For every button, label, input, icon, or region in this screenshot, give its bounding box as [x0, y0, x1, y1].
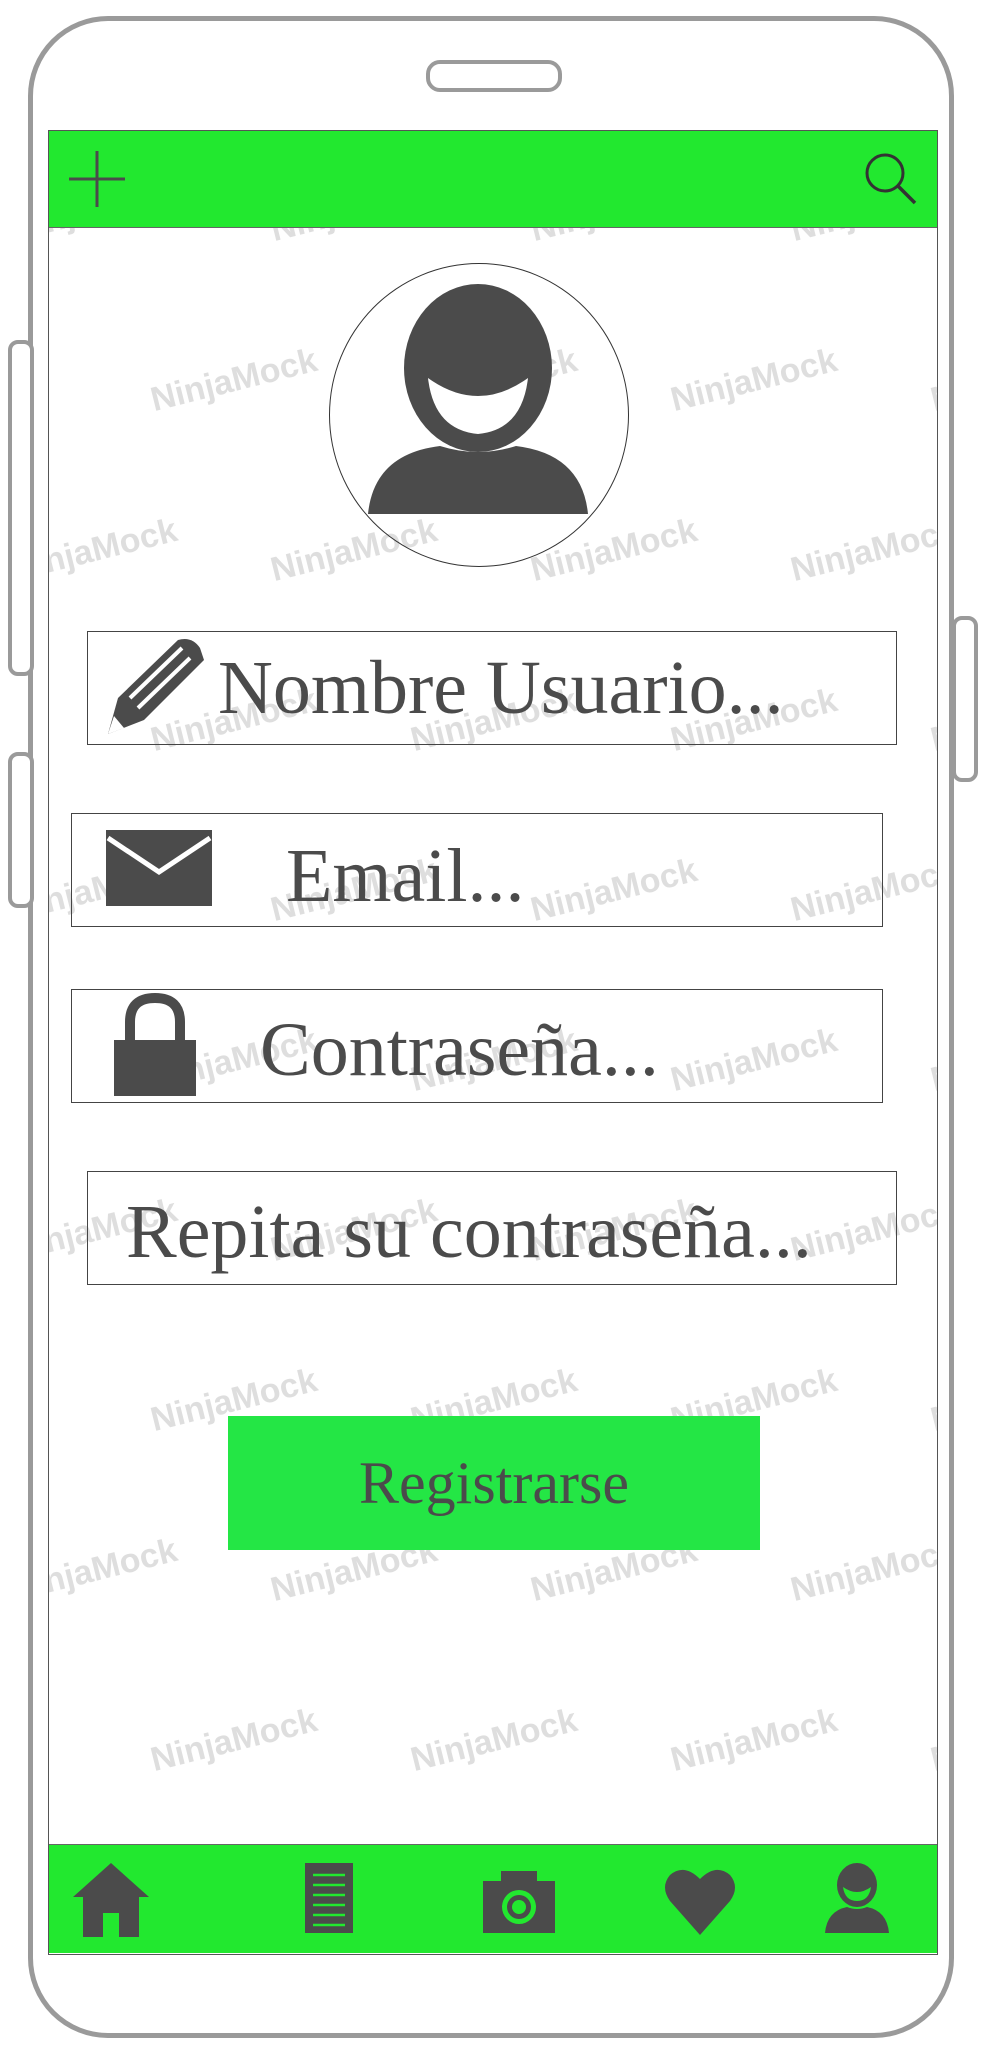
- watermark-text: NinjaMock: [146, 1701, 321, 1780]
- top-bar: [49, 131, 937, 228]
- document-icon[interactable]: [289, 1859, 369, 1939]
- password-field[interactable]: Contraseña...: [71, 989, 883, 1103]
- watermark-text: NinjaMock: [49, 511, 181, 590]
- user-avatar-icon: [368, 284, 588, 514]
- watermark-text: NinjaMock: [49, 1531, 181, 1610]
- watermark-text: NinjaMock: [926, 1021, 937, 1100]
- envelope-icon: [106, 830, 212, 906]
- bottom-nav: [49, 1844, 937, 1953]
- app-screen: NinjaMock NinjaMock NinjaMock NinjaMock Ninj…: [48, 130, 938, 1955]
- watermark-text: NinjaMock: [926, 681, 937, 760]
- pencil-icon: [108, 639, 204, 734]
- email-field[interactable]: Email...: [71, 813, 883, 927]
- watermark-text: NinjaMock: [146, 341, 321, 420]
- username-field[interactable]: Nombre Usuario...: [87, 631, 897, 745]
- username-placeholder: Nombre Usuario...: [218, 646, 784, 730]
- profile-avatar[interactable]: [329, 263, 629, 567]
- watermark-text: NinjaMock: [666, 1701, 841, 1780]
- watermark-text: NinjaMock: [926, 341, 937, 420]
- watermark-text: NinjaMock: [926, 1361, 937, 1440]
- email-placeholder: Email...: [286, 834, 525, 918]
- side-button-left-lower: [8, 752, 34, 908]
- register-button-label: Registrarse: [359, 1449, 629, 1516]
- speaker-slot: [426, 60, 562, 92]
- heart-icon[interactable]: [660, 1859, 740, 1939]
- watermark-text: NinjaMock: [786, 511, 937, 590]
- watermark-text: NinjaMock: [406, 1701, 581, 1780]
- search-icon[interactable]: [859, 147, 923, 211]
- password-placeholder: Contraseña...: [260, 1008, 659, 1092]
- register-button[interactable]: Registrarse: [228, 1416, 760, 1550]
- watermark-text: NinjaMock: [666, 341, 841, 420]
- watermark-text: NinjaMock: [786, 1531, 937, 1610]
- side-button-left-upper: [8, 340, 34, 676]
- home-icon[interactable]: [71, 1859, 151, 1939]
- lock-icon: [114, 992, 196, 1096]
- watermark-text: NinjaMock: [926, 1701, 937, 1780]
- plus-icon[interactable]: [65, 147, 129, 211]
- repeat-password-placeholder: Repita su contraseña...: [126, 1190, 812, 1274]
- camera-icon[interactable]: [479, 1859, 559, 1939]
- side-button-right: [952, 616, 978, 782]
- profile-icon[interactable]: [817, 1859, 897, 1939]
- repeat-password-field[interactable]: Repita su contraseña...: [87, 1171, 897, 1285]
